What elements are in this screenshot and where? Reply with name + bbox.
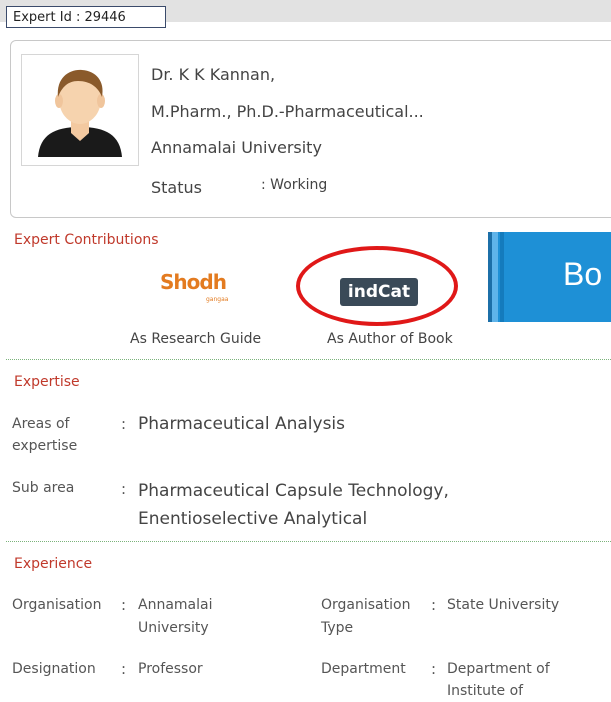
divider — [6, 359, 611, 360]
department-value-line1: Department of — [447, 661, 550, 677]
author-of-book-link[interactable]: As Author of Book — [327, 331, 453, 347]
highlight-circle — [296, 246, 458, 326]
avatar — [21, 54, 139, 166]
shodhganga-logo[interactable]: Shodh gangaa — [160, 270, 250, 306]
expert-name: Dr. K K Kannan, — [151, 65, 276, 84]
expert-university: Annamalai University — [151, 138, 322, 157]
department-value-line2: Institute of — [447, 683, 524, 699]
organisation-value-line2: University — [138, 620, 209, 636]
divider — [6, 541, 611, 542]
expert-id-tab[interactable]: Expert Id : 29446 — [6, 6, 166, 28]
designation-label: Designation — [12, 661, 96, 677]
shodh-logo-subtext: gangaa — [206, 296, 229, 303]
profile-card: Dr. K K Kannan, M.Pharm., Ph.D.-Pharmace… — [10, 40, 611, 218]
colon: : — [121, 596, 127, 614]
section-title-contributions: Expert Contributions — [14, 232, 159, 248]
colon: : — [431, 660, 437, 678]
section-title-experience: Experience — [14, 556, 93, 572]
colon: : — [121, 660, 127, 678]
areas-of-expertise-value: Pharmaceutical Analysis — [138, 414, 346, 434]
research-guide-link[interactable]: As Research Guide — [130, 331, 261, 347]
organisation-type-label-line1: Organisation — [321, 597, 411, 613]
organisation-type-value: State University — [447, 597, 560, 613]
shodh-logo-text: Shodh — [160, 270, 227, 294]
sub-area-value-line2: Enentioselective Analytical — [138, 509, 368, 529]
sub-area-value-line1: Pharmaceutical Capsule Technology, — [138, 481, 449, 501]
section-title-expertise: Expertise — [14, 374, 80, 390]
expert-qualification: M.Pharm., Ph.D.-Pharmaceutical... — [151, 102, 424, 121]
status-label: Status — [151, 178, 202, 197]
colon: : — [121, 480, 127, 498]
designation-value: Professor — [138, 661, 203, 677]
areas-of-expertise-label: Areas of expertise — [12, 416, 78, 454]
organisation-type-label-line2: Type — [321, 620, 354, 636]
organisation-label: Organisation — [12, 597, 102, 613]
colon: : — [121, 415, 127, 433]
colon: : — [431, 596, 437, 614]
status-value: : Working — [261, 177, 328, 193]
organisation-value-line1: Annamalai — [138, 597, 213, 613]
department-label: Department — [321, 661, 406, 677]
sub-area-label: Sub area — [12, 480, 75, 496]
book-banner-text: Bo — [563, 256, 603, 292]
book-banner-stripe — [500, 232, 504, 322]
avatar-icon — [38, 69, 122, 157]
